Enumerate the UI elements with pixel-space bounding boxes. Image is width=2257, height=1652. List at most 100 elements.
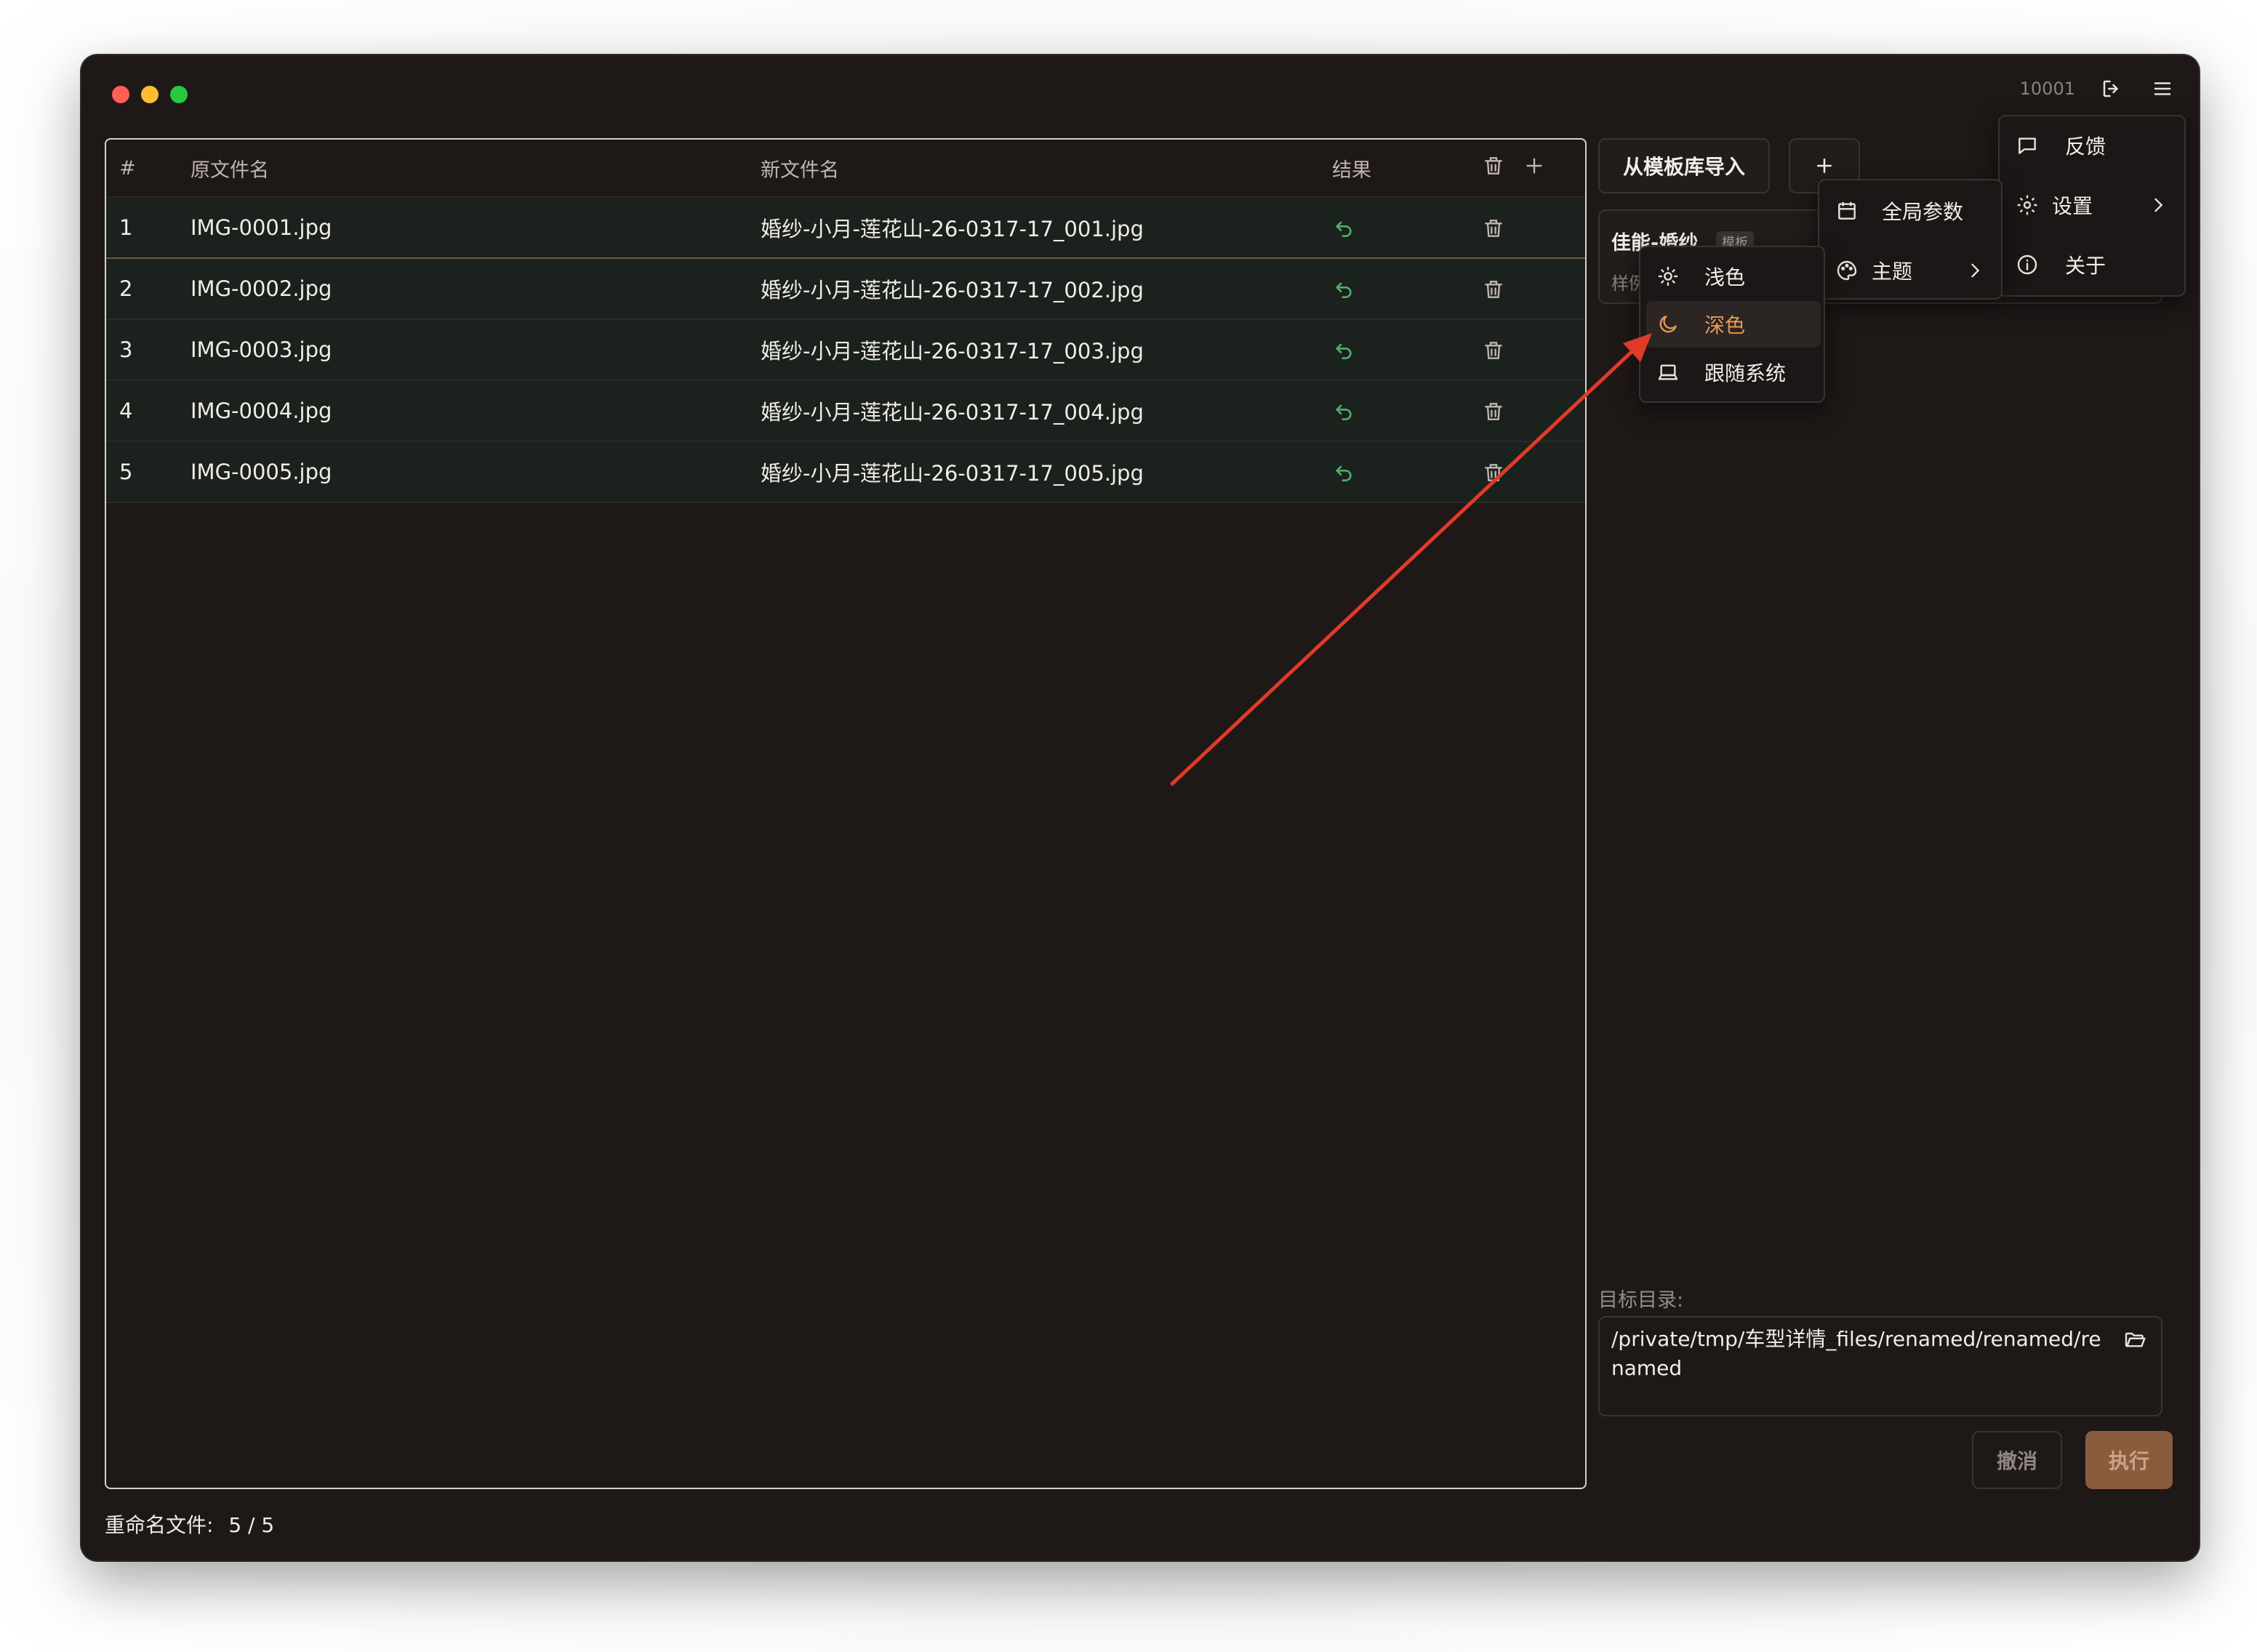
palette-icon	[1837, 260, 1857, 281]
menu-label-theme: 主题	[1872, 260, 1913, 284]
folder-open-icon	[2125, 1332, 2146, 1347]
menu-item-feedback[interactable]: 反馈	[2000, 122, 2184, 169]
delete-all-icon[interactable]	[1482, 154, 1505, 177]
undo-arrow-icon	[1332, 220, 1355, 245]
row-delete-button[interactable]	[1482, 278, 1505, 301]
laptop-icon	[1658, 364, 1678, 380]
hamburger-menu-icon	[2154, 82, 2171, 95]
undo-arrow-icon	[1332, 342, 1355, 367]
menu-item-theme-system[interactable]: 跟随系统	[1640, 349, 1824, 396]
trash-icon	[1482, 342, 1505, 367]
row-revert-button[interactable]	[1332, 400, 1355, 423]
header-actions	[1482, 154, 1546, 177]
settings-submenu: 全局参数 主题	[1818, 179, 2003, 300]
row-index: 4	[119, 398, 133, 423]
row-new-name: 婚纱-小月-莲花山-26-0317-17_004.jpg	[761, 400, 1144, 425]
row-delete-button[interactable]	[1482, 217, 1505, 240]
target-directory-field[interactable]: /private/tmp/车型详情_files/renamed/renamed/…	[1598, 1316, 2162, 1416]
menu-item-theme[interactable]: 主题	[1819, 247, 2001, 294]
row-original-name: IMG-0004.jpg	[191, 398, 332, 423]
header-result: 结果	[1332, 159, 1371, 182]
row-delete-button[interactable]	[1482, 461, 1505, 484]
choose-folder-button[interactable]	[2123, 1328, 2146, 1359]
menu-label-global-params: 全局参数	[1882, 200, 1964, 224]
row-original-name: IMG-0003.jpg	[191, 337, 332, 362]
logout-button[interactable]	[2097, 74, 2126, 103]
user-id: 10001	[2019, 79, 2075, 99]
row-revert-button[interactable]	[1332, 339, 1355, 362]
top-right-toolbar: 10001	[2020, 74, 2177, 103]
add-row-icon[interactable]	[1523, 154, 1546, 177]
row-revert-button[interactable]	[1332, 217, 1355, 240]
sun-icon	[1658, 266, 1678, 286]
row-index: 2	[119, 276, 133, 301]
trash-icon	[1482, 464, 1505, 489]
table-header: # 原文件名 新文件名 结果	[106, 140, 1585, 198]
main-menu-button[interactable]	[2148, 74, 2177, 103]
minimize-window-button[interactable]	[141, 86, 159, 103]
menu-label-feedback: 反馈	[2065, 135, 2106, 159]
menu-label-theme-light: 浅色	[1704, 265, 1746, 289]
header-new-name: 新文件名	[761, 159, 839, 182]
header-original-name: 原文件名	[191, 159, 269, 182]
menu-item-global-params[interactable]: 全局参数	[1819, 188, 2001, 234]
zoom-window-button[interactable]	[170, 86, 188, 103]
row-new-name: 婚纱-小月-莲花山-26-0317-17_002.jpg	[761, 278, 1144, 302]
plus-icon	[1817, 159, 1832, 173]
menu-item-settings[interactable]: 设置	[2000, 182, 2184, 228]
chevron-right-icon	[2154, 198, 2163, 212]
chat-bubble-icon	[2019, 137, 2036, 154]
trash-icon	[1482, 220, 1505, 245]
row-new-name: 婚纱-小月-莲花山-26-0317-17_005.jpg	[761, 461, 1144, 486]
renamed-files-label: 重命名文件:	[105, 1513, 214, 1537]
table-row[interactable]: 4 IMG-0004.jpg 婚纱-小月-莲花山-26-0317-17_004.jp…	[106, 381, 1585, 442]
app-window: 10001 # 原文件名 新文件名 结果 1 IMG-0001.jpg 婚纱-小月-…	[81, 55, 2199, 1560]
row-revert-button[interactable]	[1332, 461, 1355, 484]
import-from-template-library-button[interactable]: 从模板库导入	[1598, 138, 1770, 193]
menu-label-theme-system: 跟随系统	[1704, 361, 1787, 385]
row-index: 1	[119, 215, 133, 240]
undo-arrow-icon	[1332, 465, 1355, 489]
menu-label-about: 关于	[2065, 254, 2106, 278]
theme-submenu: 浅色 深色 跟随系统	[1639, 246, 1825, 403]
undo-button[interactable]: 撤消	[1972, 1431, 2062, 1489]
trash-icon	[1482, 281, 1505, 306]
row-index: 3	[119, 337, 133, 362]
row-new-name: 婚纱-小月-莲花山-26-0317-17_001.jpg	[761, 217, 1144, 241]
table-body: 1 IMG-0001.jpg 婚纱-小月-莲花山-26-0317-17_001.jp…	[106, 198, 1585, 503]
row-revert-button[interactable]	[1332, 278, 1355, 301]
table-row[interactable]: 1 IMG-0001.jpg 婚纱-小月-莲花山-26-0317-17_001.jp…	[106, 198, 1585, 259]
menu-item-about[interactable]: 关于	[2000, 241, 2184, 288]
menu-label-theme-dark: 深色	[1704, 313, 1746, 337]
row-original-name: IMG-0005.jpg	[191, 460, 332, 484]
main-menu: 反馈 设置 关于	[1998, 115, 2186, 297]
row-delete-button[interactable]	[1482, 339, 1505, 362]
menu-item-theme-light[interactable]: 浅色	[1640, 253, 1824, 300]
menu-item-theme-dark[interactable]: 深色	[1646, 301, 1821, 348]
table-row[interactable]: 3 IMG-0003.jpg 婚纱-小月-莲花山-26-0317-17_003.jp…	[106, 320, 1585, 381]
footer-status: 重命名文件: 5 / 5	[105, 1509, 274, 1539]
execute-button[interactable]: 执行	[2085, 1431, 2173, 1489]
table-row[interactable]: 2 IMG-0002.jpg 婚纱-小月-莲花山-26-0317-17_002.jp…	[106, 259, 1585, 320]
close-window-button[interactable]	[112, 86, 129, 103]
row-original-name: IMG-0001.jpg	[191, 215, 332, 240]
info-icon	[2017, 254, 2037, 275]
target-directory-path: /private/tmp/车型详情_files/renamed/renamed/…	[1611, 1327, 2101, 1380]
rename-table: # 原文件名 新文件名 结果 1 IMG-0001.jpg 婚纱-小月-莲花山-26…	[105, 138, 1587, 1489]
row-delete-button[interactable]	[1482, 400, 1505, 423]
table-row[interactable]: 5 IMG-0005.jpg 婚纱-小月-莲花山-26-0317-17_005.jp…	[106, 442, 1585, 503]
row-original-name: IMG-0002.jpg	[191, 276, 332, 301]
undo-arrow-icon	[1332, 281, 1355, 306]
undo-arrow-icon	[1332, 404, 1355, 428]
chevron-right-icon	[1971, 263, 1980, 278]
header-index: #	[119, 156, 136, 180]
calendar-icon	[1838, 202, 1856, 220]
logout-icon	[2103, 80, 2118, 97]
target-directory-label: 目标目录:	[1598, 1289, 1684, 1312]
trash-icon	[1482, 403, 1505, 428]
moon-icon	[1659, 316, 1677, 333]
menu-label-settings: 设置	[2052, 194, 2093, 218]
gear-icon	[2017, 195, 2037, 215]
row-new-name: 婚纱-小月-莲花山-26-0317-17_003.jpg	[761, 339, 1144, 364]
renamed-files-count: 5 / 5	[228, 1513, 275, 1537]
